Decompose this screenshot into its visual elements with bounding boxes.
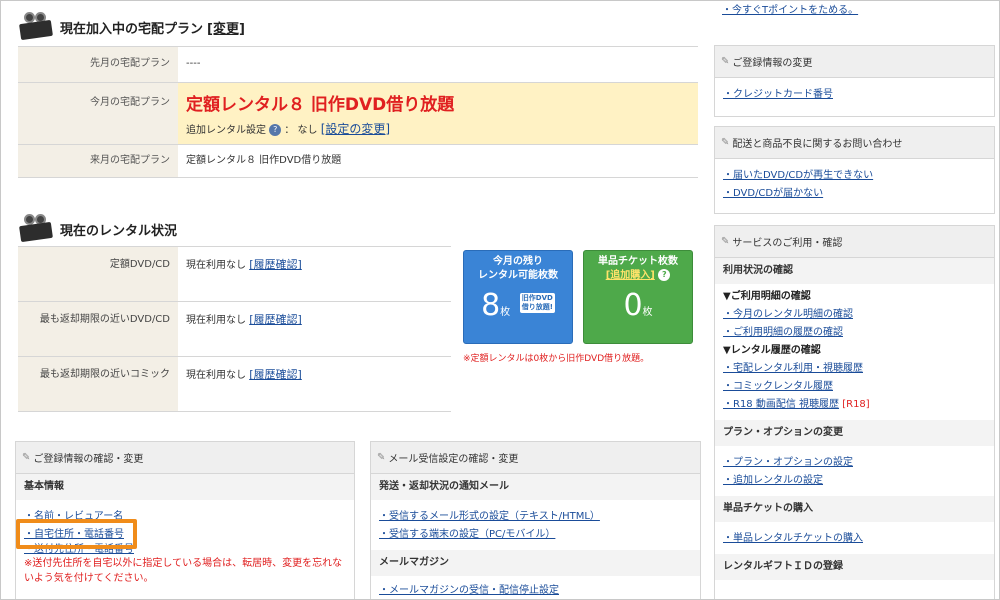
additional-rental-setting-link[interactable]: ・追加レンタルの設定 — [715, 472, 994, 490]
rental-note: ※定額レンタルは0枚から旧作DVD借り放題。 — [463, 354, 650, 364]
plan-row-value: 定額レンタル８ 旧作DVD借り放題 追加レンタル設定 ? ： なし [設定の変更… — [178, 83, 698, 144]
rental-row-label: 最も返却期限の近いDVD/CD — [18, 302, 178, 356]
rental-section-title: 現在のレンタル状況 — [60, 223, 178, 239]
plan-section-header: 現在加入中の宅配プラン [変更] — [18, 10, 245, 44]
pencil-icon: ✎ — [721, 56, 730, 67]
mail-format-link[interactable]: ・受信するメール形式の設定（テキスト/HTML） — [371, 508, 700, 526]
service-box: ✎ サービスのご利用・確認 利用状況の確認 ▼ご利用明細の確認 ・今月のレンタル… — [714, 225, 995, 599]
pencil-icon: ✎ — [377, 452, 386, 463]
rental-status: 現在利用なし — [186, 370, 246, 381]
registration-box-header: ✎ ご登録情報の確認・変更 — [16, 442, 354, 474]
gift-id-subheader: レンタルギフトＩＤの登録 — [715, 554, 994, 580]
plan-section-title: 現在加入中の宅配プラン — [60, 21, 204, 37]
mail-box-header: ✎ メール受信設定の確認・変更 — [371, 442, 700, 474]
r18-tag: [R18] — [842, 399, 870, 410]
ticket-tile-title: 単品チケット枚数 [追加購入] ? — [598, 256, 678, 281]
additional-rental-setting: 追加レンタル設定 ? ： なし [設定の変更] — [186, 120, 698, 137]
plan-row-next-month: 来月の宅配プラン 定額レンタル８ 旧作DVD借り放題 — [18, 145, 698, 178]
current-plan-name: 定額レンタル８ 旧作DVD借り放題 — [186, 95, 455, 115]
additional-rental-value: ： なし — [284, 125, 318, 136]
plan-option-setting-link[interactable]: ・プラン・オプションの設定 — [715, 454, 994, 472]
monthly-statement-link[interactable]: ・今月のレンタル明細の確認 — [715, 306, 994, 324]
plan-option-subheader: プラン・オプションの変更 — [715, 420, 994, 446]
highlight-box — [16, 519, 137, 549]
usage-statement-heading: ▼ご利用明細の確認 — [723, 291, 811, 302]
plan-row-label: 来月の宅配プラン — [18, 145, 178, 177]
plan-row-value: ---- — [186, 58, 201, 69]
comic-rental-history-link[interactable]: ・コミックレンタル履歴 — [715, 378, 994, 396]
rental-status: 現在利用なし — [186, 315, 246, 326]
cannot-play-link[interactable]: ・届いたDVD/CDが再生できない — [715, 167, 994, 185]
rental-status: 現在利用なし — [186, 260, 246, 271]
statement-history-link[interactable]: ・ご利用明細の履歴の確認 — [715, 324, 994, 342]
credit-card-link[interactable]: ・クレジットカード番号 — [715, 86, 994, 104]
ticket-count: 0枚 — [623, 288, 653, 323]
ticket-count-tile: 単品チケット枚数 [追加購入] ? 0枚 — [583, 250, 693, 344]
plan-row-last-month: 先月の宅配プラン ---- — [18, 47, 698, 83]
delivery-inquiry-header: ✎ 配送と商品不良に関するお問い合わせ — [715, 127, 994, 159]
rental-row-value: 現在利用なし [履歴確認] — [178, 302, 451, 356]
history-link[interactable]: [履歴確認] — [249, 258, 302, 271]
address-change-note: ※送付先住所を自宅以外に指定している場合は、転居時、変更を忘れないよう気を付けて… — [24, 558, 343, 584]
rental-row-value: 現在利用なし [履歴確認] — [178, 247, 451, 301]
usage-status-subheader: 利用状況の確認 — [715, 258, 994, 284]
mail-settings-box: ✎ メール受信設定の確認・変更 発送・返却状況の通知メール ・受信するメール形式… — [370, 441, 701, 599]
receiving-device-link[interactable]: ・受信する端末の設定（PC/モバイル） — [371, 526, 700, 544]
rental-row: 最も返却期限の近いDVD/CD 現在利用なし [履歴確認] — [18, 302, 451, 357]
setting-change-link[interactable]: [設定の変更] — [321, 122, 390, 136]
remaining-tile-title: 今月の残り レンタル可能枚数 — [478, 256, 558, 281]
remaining-rentals-tile: 今月の残り レンタル可能枚数 8枚 旧作DVD 借り放題! — [463, 250, 573, 344]
not-arrived-link[interactable]: ・DVD/CDが届かない — [715, 185, 994, 203]
mail-magazine-subheader: メールマガジン — [371, 550, 700, 576]
rental-row-value: 現在利用なし [履歴確認] — [178, 357, 451, 411]
buy-more-link[interactable]: [追加購入] — [606, 270, 655, 281]
plan-row-label: 今月の宅配プラン — [18, 83, 178, 144]
history-link[interactable]: [履歴確認] — [249, 368, 302, 381]
plan-change-link[interactable]: [変更] — [207, 18, 245, 37]
help-icon[interactable]: ? — [269, 124, 282, 136]
rental-row: 最も返却期限の近いコミック 現在利用なし [履歴確認] — [18, 357, 451, 412]
rental-table: 定額DVD/CD 現在利用なし [履歴確認] 最も返却期限の近いDVD/CD 現… — [18, 246, 451, 412]
main-content: 現在加入中の宅配プラン [変更] 先月の宅配プラン ---- 今月の宅配プラン … — [15, 1, 701, 599]
help-icon[interactable]: ? — [658, 269, 671, 281]
plan-table: 先月の宅配プラン ---- 今月の宅配プラン 定額レンタル８ 旧作DVD借り放題… — [18, 46, 698, 178]
rental-section-header: 現在のレンタル状況 — [18, 212, 177, 246]
t-point-link[interactable]: ・今すぐTポイントをためる。 — [714, 3, 858, 19]
registration-change-header: ✎ ご登録情報の変更 — [715, 46, 994, 78]
film-reel-icon — [18, 214, 54, 244]
basic-info-subheader: 基本情報 — [16, 474, 354, 500]
plan-row-label: 先月の宅配プラン — [18, 47, 178, 82]
mail-magazine-link[interactable]: ・メールマガジンの受信・配信停止設定 — [371, 582, 700, 599]
additional-rental-label: 追加レンタル設定 — [186, 125, 266, 136]
history-link[interactable]: [履歴確認] — [249, 313, 302, 326]
old-dvd-unlimited-badge: 旧作DVD 借り放題! — [519, 293, 555, 313]
delivery-inquiry-box: ✎ 配送と商品不良に関するお問い合わせ ・届いたDVD/CDが再生できない ・D… — [714, 126, 995, 214]
single-ticket-purchase-link[interactable]: ・単品レンタルチケットの購入 — [715, 530, 994, 548]
r18-history-link[interactable]: ・R18 動画配信 視聴履歴 [R18] — [715, 396, 994, 414]
rental-row: 定額DVD/CD 現在利用なし [履歴確認] — [18, 247, 451, 302]
plan-row-this-month: 今月の宅配プラン 定額レンタル８ 旧作DVD借り放題 追加レンタル設定 ? ： … — [18, 83, 698, 145]
registration-change-box: ✎ ご登録情報の変更 ・クレジットカード番号 — [714, 45, 995, 117]
ticket-purchase-subheader: 単品チケットの購入 — [715, 496, 994, 522]
sidebar: ・今すぐTポイントをためる。 ✎ ご登録情報の変更 ・クレジットカード番号 ✎ … — [714, 1, 995, 599]
service-box-header: ✎ サービスのご利用・確認 — [715, 226, 994, 258]
pencil-icon: ✎ — [721, 236, 730, 247]
remaining-count: 8枚 旧作DVD 借り放題! — [481, 288, 555, 323]
rental-history-heading: ▼レンタル履歴の確認 — [723, 345, 821, 356]
page-frame: 現在加入中の宅配プラン [変更] 先月の宅配プラン ---- 今月の宅配プラン … — [0, 0, 1000, 600]
rental-row-label: 定額DVD/CD — [18, 247, 178, 301]
film-reel-icon — [18, 12, 54, 42]
rental-row-label: 最も返却期限の近いコミック — [18, 357, 178, 411]
pencil-icon: ✎ — [22, 452, 31, 463]
delivery-rental-history-link[interactable]: ・宅配レンタル利用・視聴履歴 — [715, 360, 994, 378]
plan-row-value: 定額レンタル８ 旧作DVD借り放題 — [186, 155, 342, 166]
pencil-icon: ✎ — [721, 137, 730, 148]
notification-mail-subheader: 発送・返却状況の通知メール — [371, 474, 700, 500]
